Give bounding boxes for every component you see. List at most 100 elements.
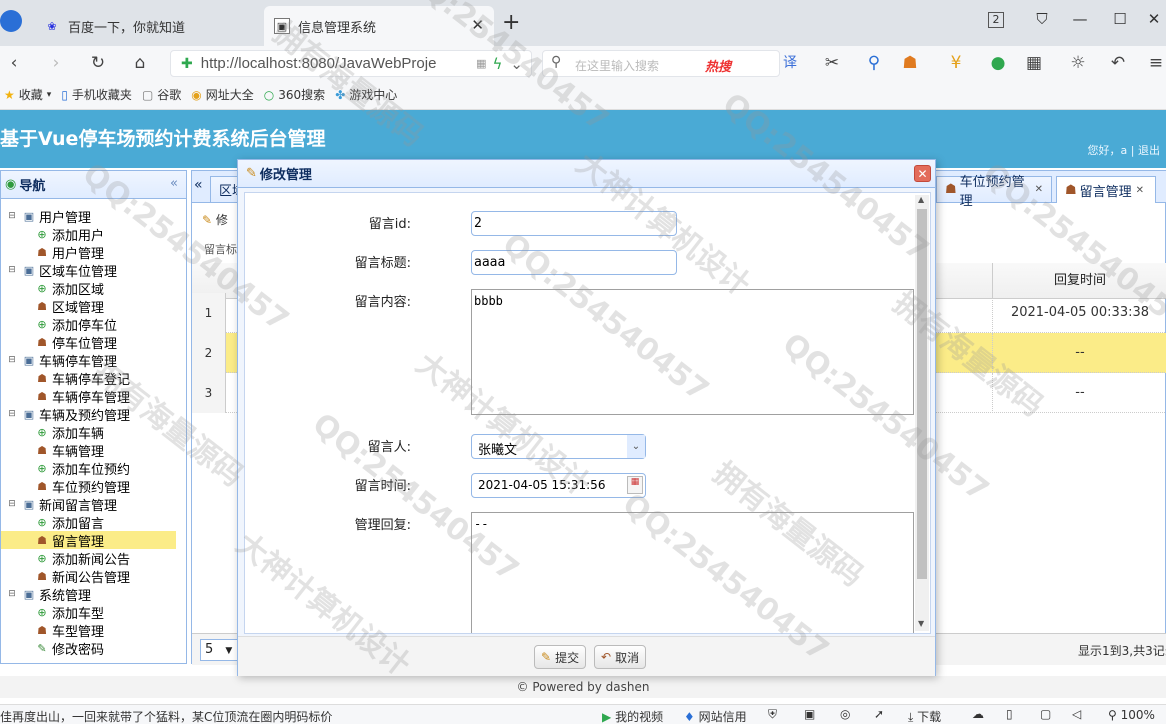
cloud-icon[interactable]: ☁ [972,707,984,721]
hot-search-label[interactable]: 热搜 [705,56,731,75]
sidebar-item[interactable]: ⊕ 添加车位预约 [1,459,186,478]
scrollbar-thumb[interactable] [917,209,927,579]
coin-icon[interactable]: ¥ [944,51,968,75]
id-field[interactable]: 2 [471,211,677,236]
shield-icon[interactable]: ⛨ [768,707,777,722]
bookmark-google[interactable]: ▢ 谷歌 [142,86,181,103]
magnifier-icon[interactable]: ⚲ [862,51,886,75]
bookmark-favorites[interactable]: ★ 收藏 ▾ [4,86,51,103]
sidebar-item[interactable]: ☗ 留言管理 [1,531,176,550]
collapse-icon[interactable]: « [170,176,178,191]
shirt-icon[interactable]: ⛉ [1030,10,1054,30]
welcome-logout[interactable]: 您好，a | 退出 [1088,142,1160,158]
sidebar-item[interactable]: ⊕ 添加停车位 [1,315,186,334]
sidebar-item[interactable]: ⊕ 添加新闻公告 [1,549,186,568]
sidebar-group[interactable]: ⊟ ▣ 系统管理 [1,585,186,604]
zoom[interactable]: ⚲ 100% [1108,708,1155,722]
dialog-close-button[interactable]: ✕ [914,165,931,182]
undo-icon[interactable]: ↶ [1106,51,1130,75]
window-icon[interactable]: ▢ [1040,707,1051,721]
close-tab-icon[interactable]: ✕ [471,16,484,34]
sound-icon[interactable]: ◁ [1072,707,1081,721]
bookmark-directory[interactable]: ◉ 网址大全 [191,86,254,103]
close-window-icon[interactable]: ✕ [1142,10,1166,30]
collapse-box-icon[interactable]: ⊟ [5,265,19,275]
back-icon[interactable]: ‹ [2,51,26,75]
home-icon[interactable]: ⌂ [128,51,152,75]
sidebar-item[interactable]: ☗ 车型管理 [1,621,186,640]
sidebar-group[interactable]: ⊟ ▣ 车辆及预约管理 [1,405,186,424]
page-size-select[interactable]: 5 ▼ [200,639,238,661]
brightness-icon[interactable]: ☼ [1066,51,1090,75]
time-field[interactable]: 2021-04-05 15:31:56 ▦ [471,473,646,498]
collapse-box-icon[interactable]: ⊟ [5,499,19,509]
collapse-box-icon[interactable]: ⊟ [5,211,19,221]
close-icon[interactable]: ✕ [1136,185,1144,196]
reply-textarea[interactable]: -- [471,512,914,633]
scroll-up-icon[interactable]: ▲ [918,195,924,204]
image-icon[interactable]: ▣ [804,707,815,721]
tab-messages[interactable]: ☗ 留言管理 ✕ [1056,176,1156,203]
qr-icon[interactable]: ▦ [476,57,486,70]
bookmark-mobile[interactable]: ▯ 手机收藏夹 [61,86,132,103]
sidebar-item[interactable]: ⊕ 添加车辆 [1,423,186,442]
cancel-button[interactable]: ↶ 取消 [594,645,647,669]
sidebar-group[interactable]: ⊟ ▣ 新闻留言管理 [1,495,186,514]
sidebar-item[interactable]: ☗ 车辆停车登记 [1,369,186,388]
bookmark-games[interactable]: ✤ 游戏中心 [335,86,397,103]
forward-icon[interactable]: › [44,51,68,75]
title-field[interactable]: aaaa [471,250,677,275]
sidebar-item[interactable]: ☗ 区域管理 [1,297,186,316]
content-textarea[interactable]: bbbb [471,289,914,415]
site-trust[interactable]: ♦ 网站信用 [684,708,747,724]
maximize-icon[interactable]: ☐ [1108,10,1132,30]
scroll-down-icon[interactable]: ▼ [918,619,924,628]
sidebar-group[interactable]: ⊟ ▣ 车辆停车管理 [1,351,186,370]
menu-icon[interactable]: ≡ [1144,51,1166,75]
chevron-down-icon[interactable]: ⌄ [627,435,645,458]
phone-sync-icon[interactable]: ▯ [1006,707,1013,721]
minimize-icon[interactable]: — [1068,10,1092,30]
dialog-scrollbar[interactable]: ▲ ▼ [915,195,929,631]
sidebar-item[interactable]: ⊕ 添加用户 [1,225,186,244]
author-select[interactable]: 张曦文 ⌄ [471,434,646,459]
browser-tab-baidu[interactable]: ❀ 百度一下，你就知道 [34,6,260,46]
sidebar-group[interactable]: ⊟ ▣ 区域车位管理 [1,261,186,280]
sidebar-item[interactable]: ☗ 车位预约管理 [1,477,186,496]
sidebar-item[interactable]: ☗ 新闻公告管理 [1,567,186,586]
speed-icon[interactable]: ◎ [840,707,850,721]
sidebar-item[interactable]: ☗ 车辆管理 [1,441,186,460]
sidebar-item[interactable]: ☗ 车辆停车管理 [1,387,186,406]
browser-tab-active[interactable]: ▣ 信息管理系统 ✕ [264,6,494,46]
my-video[interactable]: ▶ 我的视频 [602,708,663,724]
sidebar-item[interactable]: ⊕ 添加区域 [1,279,186,298]
submit-button[interactable]: ✎ 提交 [534,645,587,669]
sidebar-item[interactable]: ⊕ 添加留言 [1,513,186,532]
chevron-down-icon[interactable]: ⌄ [510,55,523,73]
sidebar-group[interactable]: ⊟ ▣ 用户管理 [1,207,186,226]
toolbar-edit[interactable]: ✎ 修 [202,211,228,228]
calendar-icon[interactable]: ▦ [627,476,643,494]
tab-count-badge[interactable]: 2 [988,12,1004,28]
lightning-icon[interactable]: ϟ [493,55,503,73]
bookmark-360[interactable]: ○ 360搜索 [264,86,325,103]
status-news[interactable]: 佳再度出山，一回来就带了个猛料，某C位顶流在圈内明码标价 [0,708,345,724]
sidebar-item[interactable]: ☗ 用户管理 [1,243,186,262]
scissors-icon[interactable]: ✂ [820,51,844,75]
sidebar-item[interactable]: ☗ 停车位管理 [1,333,186,352]
collapse-box-icon[interactable]: ⊟ [5,589,19,599]
apps-grid-icon[interactable]: ▦ [1022,51,1046,75]
collapse-box-icon[interactable]: ⊟ [5,355,19,365]
reload-icon[interactable]: ↻ [86,51,110,75]
sidebar-item[interactable]: ⊕ 添加车型 [1,603,186,622]
tabs-scroll-left-icon[interactable]: « [194,177,203,193]
close-icon[interactable]: ✕ [1035,184,1043,195]
translate-icon[interactable]: 译 [778,51,802,75]
search-box[interactable]: ⚲ 在这里输入搜索 热搜 [542,50,780,77]
extension-icon[interactable]: ● [986,51,1010,75]
tab-reservation[interactable]: ☗ 车位预约管理 ✕ [936,175,1052,209]
collapse-box-icon[interactable]: ⊟ [5,409,19,419]
sidebar-item[interactable]: ✎ 修改密码 [1,639,186,658]
rocket-icon[interactable]: ➚ [874,707,884,721]
new-tab-button[interactable]: + [502,10,520,36]
